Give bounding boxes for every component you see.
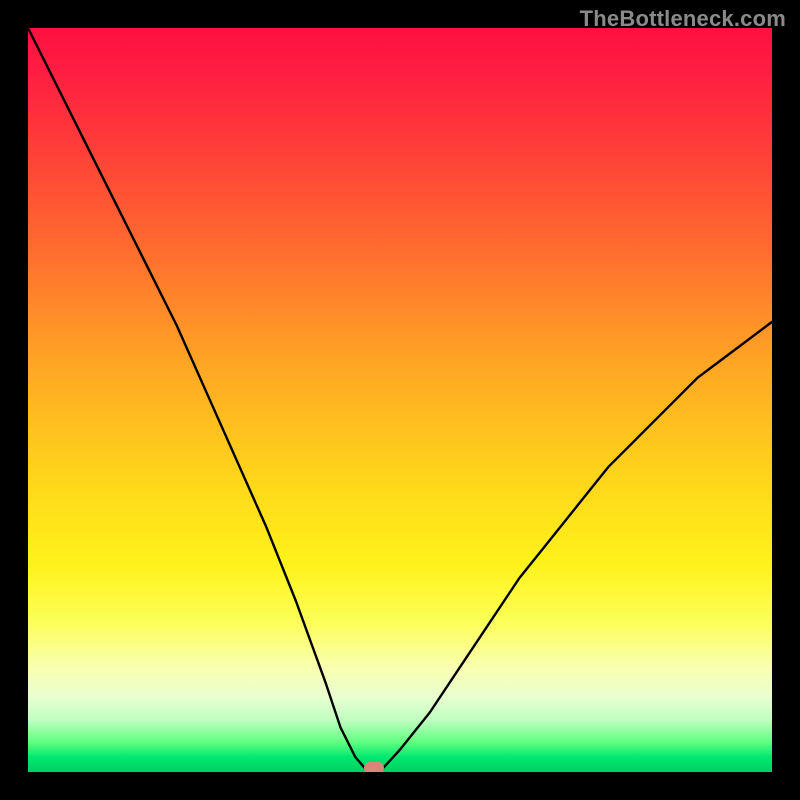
chart-frame: TheBottleneck.com bbox=[0, 0, 800, 800]
bottleneck-curve bbox=[28, 28, 772, 772]
plot-area bbox=[28, 28, 772, 772]
optimum-marker bbox=[364, 762, 384, 772]
